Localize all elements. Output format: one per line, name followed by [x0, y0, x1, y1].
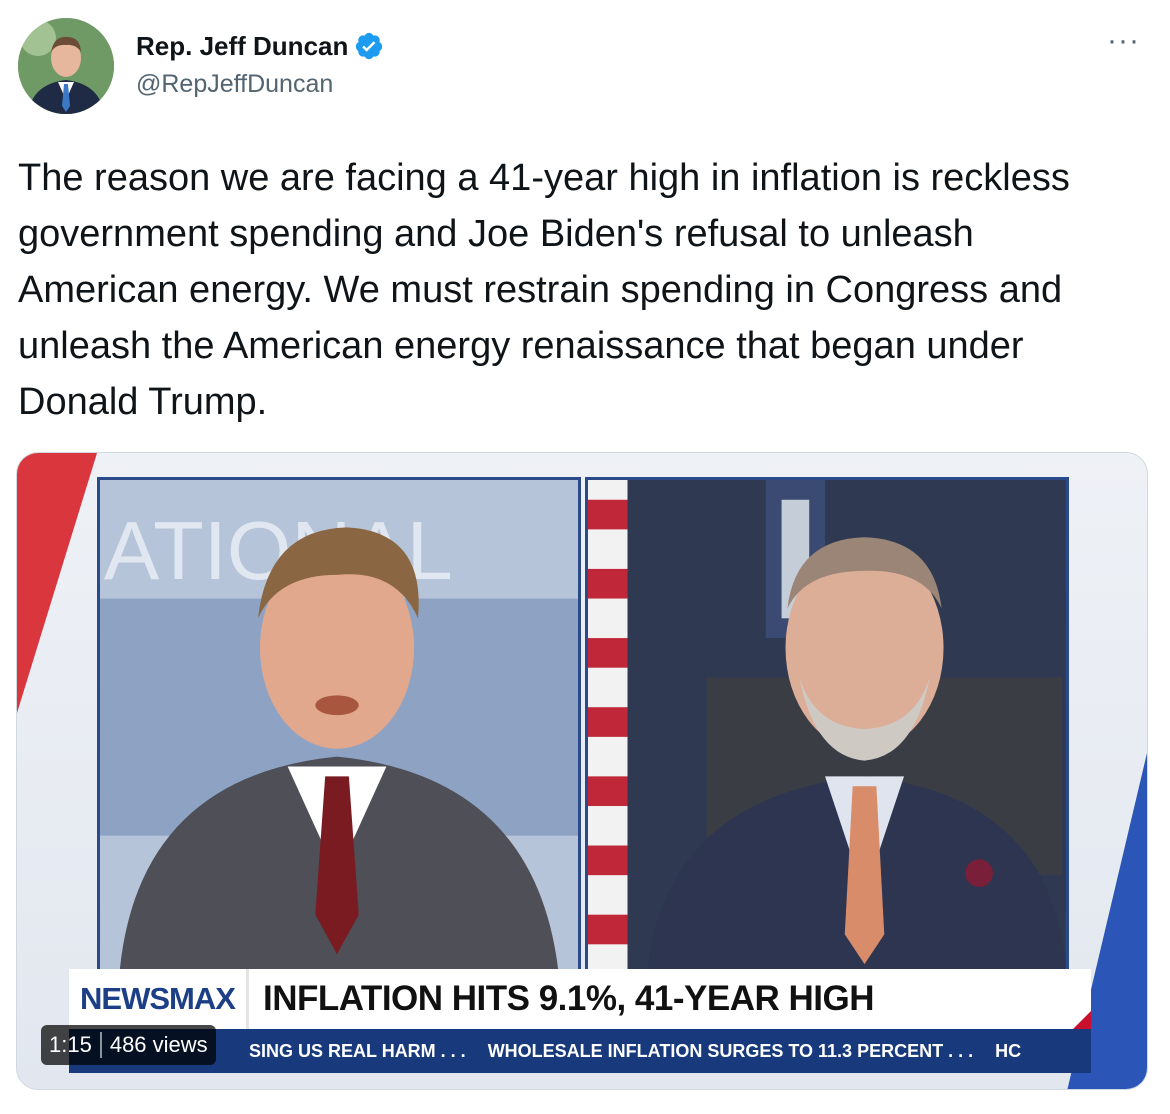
chyron-headline: INFLATION HITS 9.1%, 41-YEAR HIGH: [263, 979, 875, 1018]
video-panel-guest: [585, 477, 1069, 973]
american-flag-graphic: [588, 480, 628, 970]
video-panel-host: ATIONAL: [97, 477, 581, 973]
badge-divider: [99, 1032, 102, 1058]
news-ticker: SING US REAL HARM . . . WHOLESALE INFLAT…: [69, 1029, 1091, 1073]
video-view-count: 486 views: [109, 1032, 208, 1057]
video-duration: 1:15: [49, 1032, 92, 1057]
video-stats-badge: 1:15 486 views: [41, 1025, 216, 1065]
chyron-corner-accent: [1073, 1011, 1091, 1029]
profile-photo-icon: [18, 18, 114, 114]
author-handle[interactable]: @RepJeffDuncan: [136, 70, 333, 99]
tweet[interactable]: Rep. Jeff Duncan @RepJeffDuncan ··· The …: [0, 0, 1170, 1114]
newsmax-logo: NEWSMAX: [69, 969, 249, 1029]
author-display-name[interactable]: Rep. Jeff Duncan: [136, 31, 348, 62]
verified-badge-icon: [354, 31, 384, 61]
ticker-item: WHOLESALE INFLATION SURGES TO 11.3 PERCE…: [487, 1040, 974, 1061]
chyron: NEWSMAX INFLATION HITS 9.1%, 41-YEAR HIG…: [69, 969, 1091, 1029]
tweet-text: The reason we are facing a 41-year high …: [18, 157, 1070, 423]
more-options-icon[interactable]: ···: [1107, 26, 1140, 56]
video-player[interactable]: ATIONAL NEWSMAX INFLATION HITS 9.1%, 41-…: [16, 452, 1148, 1090]
ticker-item: HC: [995, 1040, 1022, 1061]
avatar[interactable]: [18, 18, 114, 114]
